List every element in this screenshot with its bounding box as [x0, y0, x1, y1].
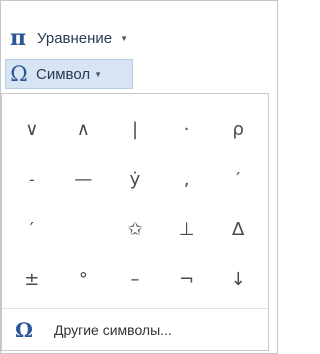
- symbol-cell[interactable]: ′: [6, 204, 58, 254]
- symbol-dropdown-window: π Уравнение ▼ Ω Символ ▼ ∨ ∧ | · ρ ˗ — ẏ…: [0, 0, 278, 354]
- symbol-cell[interactable]: ¬: [161, 254, 213, 304]
- pi-icon: π: [9, 25, 27, 51]
- symbol-cell[interactable]: —: [58, 154, 110, 204]
- chevron-down-icon[interactable]: ▼: [94, 70, 102, 79]
- chevron-down-icon[interactable]: ▼: [120, 34, 128, 43]
- omega-icon: Ω: [15, 318, 33, 342]
- divider: [2, 308, 268, 309]
- omega-icon: Ω: [10, 62, 28, 86]
- symbol-cell[interactable]: ·: [161, 104, 213, 154]
- equation-button[interactable]: π Уравнение ▼: [5, 23, 128, 53]
- symbol-label: Символ: [36, 65, 91, 83]
- symbol-cell[interactable]: ±: [6, 254, 58, 304]
- symbol-cell[interactable]: ⊥: [161, 204, 213, 254]
- symbol-cell[interactable]: °: [58, 254, 110, 304]
- equation-label: Уравнение: [37, 29, 113, 47]
- symbol-cell[interactable]: ′: [212, 154, 264, 204]
- symbol-cell[interactable]: –: [109, 254, 161, 304]
- symbol-cell[interactable]: ρ: [212, 104, 264, 154]
- symbol-cell[interactable]: ∨: [6, 104, 58, 154]
- symbol-cell[interactable]: ˗: [6, 154, 58, 204]
- symbol-cell[interactable]: ẏ: [109, 154, 161, 204]
- symbol-cell[interactable]: |: [109, 104, 161, 154]
- symbol-button[interactable]: Ω Символ ▼: [5, 59, 133, 89]
- symbol-cell[interactable]: ∧: [58, 104, 110, 154]
- symbol-cell[interactable]: ,: [161, 154, 213, 204]
- more-symbols-label: Другие символы...: [54, 322, 172, 338]
- symbol-grid: ∨ ∧ | · ρ ˗ — ẏ , ′ ′ ✩ ⊥ ∆ ± ° – ¬ ↓: [6, 104, 264, 304]
- symbol-cell[interactable]: ✩: [109, 204, 161, 254]
- more-symbols-button[interactable]: Ω Другие символы...: [12, 316, 172, 344]
- symbol-cell[interactable]: ↓: [212, 254, 264, 304]
- symbol-cell[interactable]: [58, 204, 110, 254]
- symbol-cell[interactable]: ∆: [212, 204, 264, 254]
- symbol-panel: ∨ ∧ | · ρ ˗ — ẏ , ′ ′ ✩ ⊥ ∆ ± ° – ¬ ↓ Ω …: [1, 93, 269, 351]
